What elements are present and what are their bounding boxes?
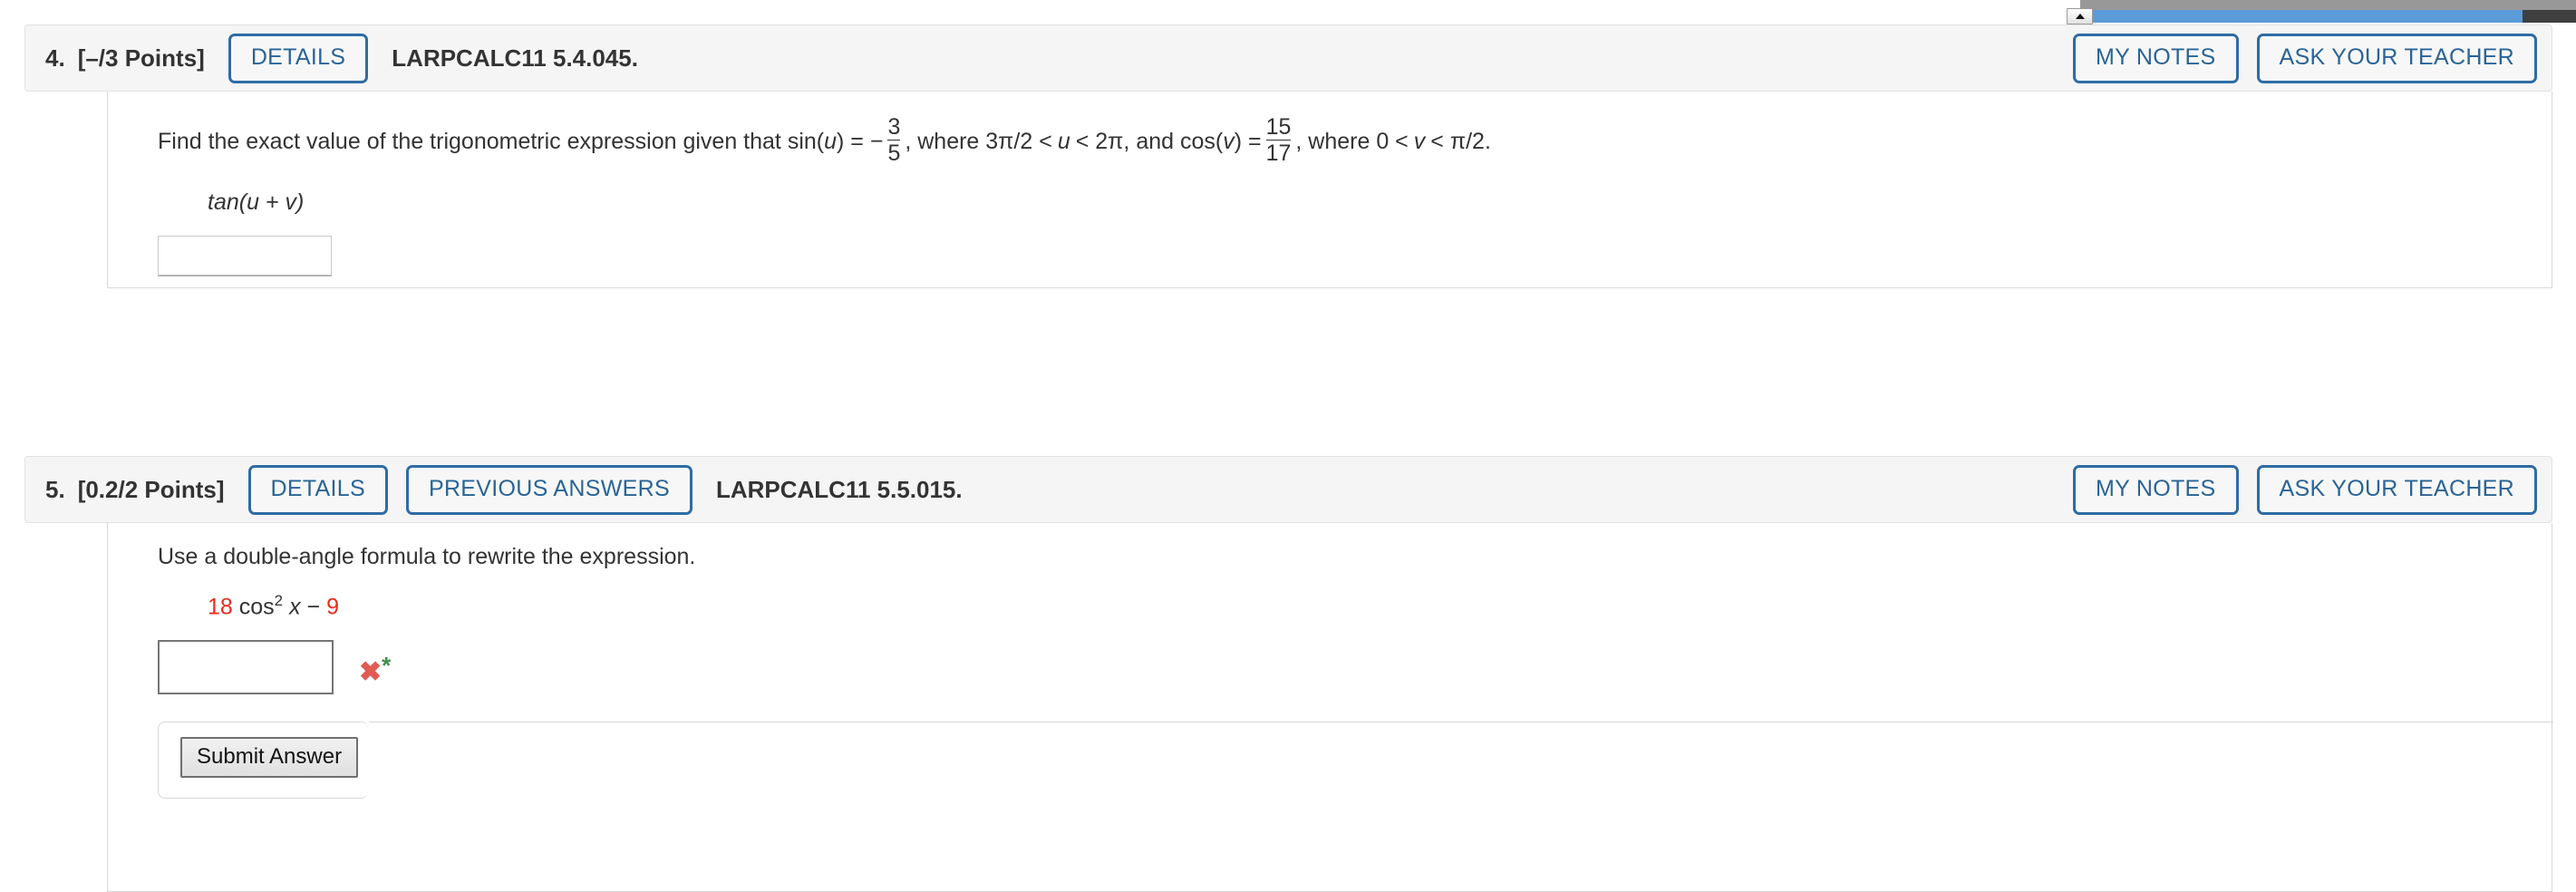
- question-5-textbook-ref: LARPCALC11 5.5.015.: [715, 475, 963, 503]
- prompt-text-3: , where 3π/2 <: [905, 129, 1052, 154]
- question-card-4: 4. [–/3 Points] DETAILS LARPCALC11 5.4.0…: [24, 24, 2552, 288]
- incorrect-x-icon: ✖: [359, 656, 383, 687]
- prompt-text-1: Find the exact value of the trigonometri…: [158, 129, 825, 154]
- question-4-expression: tan(u + v): [108, 168, 2552, 216]
- submit-answer-button-5[interactable]: Submit Answer: [180, 736, 359, 778]
- question-5-prompt: Use a double-angle formula to rewrite th…: [108, 523, 2552, 570]
- prompt-var-u-1: u: [824, 129, 838, 154]
- fraction-15-over-17: 15 17: [1265, 114, 1292, 167]
- fraction-numerator: 15: [1265, 114, 1292, 140]
- prompt-text-5: ) =: [1234, 129, 1262, 154]
- expression-constant: 9: [326, 593, 340, 619]
- horizontal-scrollbar[interactable]: [0, 0, 2576, 24]
- question-4-answer-area: [108, 216, 2552, 276]
- details-button-5[interactable]: DETAILS: [247, 464, 388, 515]
- asterisk-icon: *: [382, 651, 392, 679]
- prompt-text-6: , where 0 <: [1295, 129, 1409, 154]
- ask-your-teacher-button-4[interactable]: ASK YOUR TEACHER: [2256, 33, 2537, 83]
- submit-answer-group: Submit Answer: [158, 721, 2553, 799]
- prompt-var-v-2: v: [1413, 129, 1426, 154]
- triangle-up-icon[interactable]: [2067, 8, 2093, 24]
- fraction-numerator: 3: [887, 114, 901, 140]
- question-5-header: 5. [0.2/2 Points] DETAILS PREVIOUS ANSWE…: [24, 456, 2552, 523]
- question-5-expression: 18 cos2 x − 9: [108, 570, 2552, 620]
- prompt-var-v-1: v: [1223, 129, 1235, 154]
- expression-variable: x: [289, 593, 301, 619]
- expression-coefficient: 18: [208, 593, 233, 619]
- answer-input-5[interactable]: [158, 639, 334, 694]
- scrollbar-background: [2080, 0, 2576, 10]
- previous-answers-button-5[interactable]: PREVIOUS ANSWERS: [405, 464, 692, 515]
- question-4-textbook-ref: LARPCALC11 5.4.045.: [392, 44, 638, 72]
- fraction-denominator: 5: [887, 140, 901, 167]
- expression-exponent: 2: [274, 591, 284, 609]
- expression-operator: −: [306, 593, 321, 619]
- prompt-var-u-2: u: [1057, 129, 1070, 154]
- details-button-4[interactable]: DETAILS: [228, 33, 369, 83]
- answer-input-4[interactable]: [158, 235, 332, 276]
- my-notes-button-4[interactable]: MY NOTES: [2072, 33, 2239, 83]
- prompt-text: Use a double-angle formula to rewrite th…: [158, 544, 696, 569]
- question-5-answer-area: ✖ *: [108, 620, 2552, 694]
- fraction-3-over-5: 3 5: [887, 114, 901, 167]
- prompt-text-2: ) = −: [837, 129, 884, 154]
- question-4-header: 4. [–/3 Points] DETAILS LARPCALC11 5.4.0…: [24, 24, 2552, 92]
- question-5-number: 5.: [45, 475, 65, 503]
- expression-function: cos: [238, 593, 275, 619]
- my-notes-button-5[interactable]: MY NOTES: [2072, 464, 2239, 515]
- question-5-points: [0.2/2 Points]: [77, 475, 225, 503]
- question-5-body: Use a double-angle formula to rewrite th…: [107, 523, 2553, 892]
- scrollbar-thumb[interactable]: [2090, 10, 2523, 23]
- question-4-prompt: Find the exact value of the trigonometri…: [108, 92, 2552, 168]
- question-4-body: Find the exact value of the trigonometri…: [107, 92, 2552, 288]
- question-4-number: 4.: [45, 44, 65, 72]
- prompt-text-4: < 2π, and cos(: [1075, 129, 1224, 154]
- prompt-text-7: < π/2.: [1430, 129, 1491, 154]
- question-card-5: 5. [0.2/2 Points] DETAILS PREVIOUS ANSWE…: [24, 456, 2553, 892]
- ask-your-teacher-button-5[interactable]: ASK YOUR TEACHER: [2256, 464, 2537, 515]
- question-4-points: [–/3 Points]: [77, 44, 205, 72]
- fraction-denominator: 17: [1265, 140, 1292, 167]
- expression-text: tan(u + v): [208, 189, 305, 215]
